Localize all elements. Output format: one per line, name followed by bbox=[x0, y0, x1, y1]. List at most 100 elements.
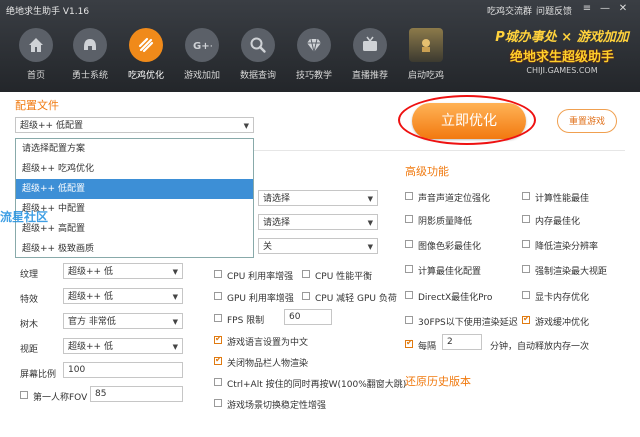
dropdown-option-selected[interactable]: 超级++ 低配置 bbox=[16, 179, 253, 199]
cpu-boost-checkbox[interactable] bbox=[214, 270, 222, 278]
adv-checkbox-5[interactable] bbox=[405, 291, 413, 299]
cpu-reduce-gpu-label: CPU 减轻 GPU 负荷 bbox=[315, 294, 397, 304]
nav-label: 勇士系统 bbox=[71, 71, 108, 81]
mid-select-3[interactable]: 关 ▼ bbox=[258, 238, 378, 254]
effects-select[interactable]: 超级++ 低 ▼ bbox=[63, 288, 183, 304]
fps-limit-checkbox[interactable] bbox=[214, 314, 222, 322]
nav-warrior[interactable]: 勇士系统 bbox=[60, 24, 120, 86]
adv-label-6: 30FPS以下使用渲染延迟 bbox=[418, 318, 518, 328]
view-distance-select[interactable]: 超级++ 低 ▼ bbox=[63, 338, 183, 354]
nav-home[interactable]: 首页 bbox=[6, 24, 66, 86]
disable-outline-checkbox[interactable] bbox=[214, 355, 222, 365]
nav-tips[interactable]: 技巧教学 bbox=[284, 24, 344, 86]
app-title: 绝地求生助手 V1.16 bbox=[6, 7, 90, 17]
setting-label-trees: 树木 bbox=[20, 320, 39, 330]
close-button[interactable]: ✕ bbox=[616, 2, 630, 16]
screen-ratio-label: 屏幕比例 bbox=[20, 370, 57, 380]
adv-checkbox-3[interactable] bbox=[405, 240, 413, 248]
chevron-down-icon: ▼ bbox=[367, 243, 373, 251]
chevron-down-icon: ▼ bbox=[172, 268, 178, 276]
minimize-button[interactable]: — bbox=[598, 2, 612, 16]
fps-limit-input[interactable]: 60 bbox=[284, 309, 332, 325]
adv-label-7: 计算性能最佳 bbox=[535, 194, 590, 204]
trees-select[interactable]: 官方 非常低 ▼ bbox=[63, 313, 183, 329]
nav-label: 数据查询 bbox=[239, 71, 276, 81]
nav-label: 技巧教学 bbox=[295, 71, 332, 81]
watermark: 流星社区 bbox=[0, 210, 49, 224]
dropdown-option[interactable]: 请选择配置方案 bbox=[16, 139, 253, 159]
chinese-voice-checkbox[interactable] bbox=[214, 334, 222, 344]
adv-checkbox-11[interactable] bbox=[522, 291, 530, 299]
scene-switch-label: 游戏场景切换稳定性增强 bbox=[227, 401, 327, 411]
pubg-logo-icon bbox=[422, 39, 430, 52]
adv-checkbox-1[interactable] bbox=[405, 192, 413, 200]
cpu-reduce-gpu-checkbox[interactable] bbox=[302, 292, 310, 300]
adv-checkbox-9[interactable] bbox=[522, 240, 530, 248]
adv-checkbox-8[interactable] bbox=[522, 215, 530, 223]
nav-label: 启动吃鸡 bbox=[407, 71, 444, 81]
link-qq-group[interactable]: 吃鸡交流群 bbox=[487, 4, 532, 17]
adv-label-4: 计算最佳化配置 bbox=[418, 267, 482, 277]
view-distance-value: 超级++ 低 bbox=[68, 342, 113, 352]
nav-data-query[interactable]: 数据查询 bbox=[228, 24, 288, 86]
every-suffix: 分钟，自动释放内存一次 bbox=[490, 342, 590, 352]
chevron-down-icon: ▼ bbox=[367, 195, 373, 203]
fps-limit-label: FPS 限制 bbox=[227, 316, 265, 326]
search-icon bbox=[250, 37, 266, 53]
fov-checkbox[interactable] bbox=[20, 391, 28, 399]
dropdown-option[interactable]: 超级++ 极致画质 bbox=[16, 239, 253, 259]
title-bar: 绝地求生助手 V1.16 吃鸡交流群 问题反馈 ≡ — ✕ bbox=[0, 0, 640, 20]
chinese-voice-label: 游戏语言设置为中文 bbox=[227, 338, 309, 348]
reset-game-button[interactable]: 重置游戏 bbox=[557, 109, 617, 133]
dropdown-option[interactable]: 超级++ 高配置 bbox=[16, 219, 253, 239]
mid-select-value: 请选择 bbox=[263, 218, 291, 228]
adv-checkbox-10[interactable] bbox=[522, 265, 530, 273]
svg-text:G++: G++ bbox=[193, 41, 212, 52]
dropdown-option[interactable]: 超级++ 吃鸡优化 bbox=[16, 159, 253, 179]
every-minutes-input[interactable]: 2 bbox=[442, 334, 482, 350]
every-checkbox[interactable] bbox=[405, 338, 413, 348]
dropdown-option[interactable]: 超级++ 中配置 bbox=[16, 199, 253, 219]
adv-checkbox-2[interactable] bbox=[405, 215, 413, 223]
texture-select[interactable]: 超级++ 低 ▼ bbox=[63, 263, 183, 279]
adv-checkbox-12[interactable] bbox=[522, 314, 530, 324]
helmet-icon bbox=[84, 39, 96, 50]
nav-chicken-optimize[interactable]: 吃鸡优化 bbox=[116, 24, 176, 86]
fov-label: 第一人称FOV bbox=[33, 393, 88, 403]
nav-launch-game[interactable]: 启动吃鸡 bbox=[396, 24, 456, 86]
adv-checkbox-7[interactable] bbox=[522, 192, 530, 200]
mid-select-2[interactable]: 请选择 ▼ bbox=[258, 214, 378, 230]
chevron-down-icon: ▼ bbox=[367, 219, 373, 227]
cpu-balance-label: CPU 性能平衡 bbox=[315, 272, 373, 282]
ctrl-alt-checkbox[interactable] bbox=[214, 378, 222, 386]
banner-line3: CHIJI.GAMES.COM bbox=[526, 66, 598, 75]
nav-live[interactable]: 直播推荐 bbox=[340, 24, 400, 86]
nav-label: 吃鸡优化 bbox=[127, 71, 164, 81]
fov-input[interactable]: 85 bbox=[90, 386, 183, 402]
adv-label-5: DirectX最佳化Pro bbox=[418, 293, 493, 303]
link-feedback[interactable]: 问题反馈 bbox=[536, 4, 572, 17]
banner-line1: P城办事处 × 游戏加加 bbox=[495, 30, 629, 45]
adv-label-8: 内存最佳化 bbox=[535, 217, 581, 227]
gpu-boost-checkbox[interactable] bbox=[214, 292, 222, 300]
adv-checkbox-6[interactable] bbox=[405, 316, 413, 324]
nav-label: 直播推荐 bbox=[351, 71, 388, 81]
banner-line2: 绝地求生超级助手 bbox=[509, 50, 614, 65]
restore-section-title: 还原历史版本 bbox=[405, 375, 471, 388]
setting-label-view-distance: 视距 bbox=[20, 345, 39, 355]
config-select[interactable]: 超级++ 低配置 ▼ bbox=[15, 117, 254, 133]
cpu-balance-checkbox[interactable] bbox=[302, 270, 310, 278]
mid-select-1[interactable]: 请选择 ▼ bbox=[258, 190, 378, 206]
chevron-down-icon: ▼ bbox=[172, 318, 178, 326]
home-icon bbox=[29, 38, 43, 52]
config-dropdown-list: 请选择配置方案 超级++ 吃鸡优化 超级++ 低配置 超级++ 中配置 超级++… bbox=[15, 138, 254, 258]
advanced-section-title: 高级功能 bbox=[405, 165, 449, 178]
every-label: 每隔 bbox=[418, 342, 437, 352]
cpu-boost-label: CPU 利用率增强 bbox=[227, 272, 294, 282]
adv-checkbox-4[interactable] bbox=[405, 265, 413, 273]
adv-label-1: 声音声道定位强化 bbox=[418, 194, 491, 204]
screen-ratio-input[interactable]: 100 bbox=[63, 362, 183, 378]
menu-button[interactable]: ≡ bbox=[580, 2, 594, 16]
nav-game-plus[interactable]: G++ 游戏加加 bbox=[172, 24, 232, 86]
scene-switch-checkbox[interactable] bbox=[214, 399, 222, 407]
